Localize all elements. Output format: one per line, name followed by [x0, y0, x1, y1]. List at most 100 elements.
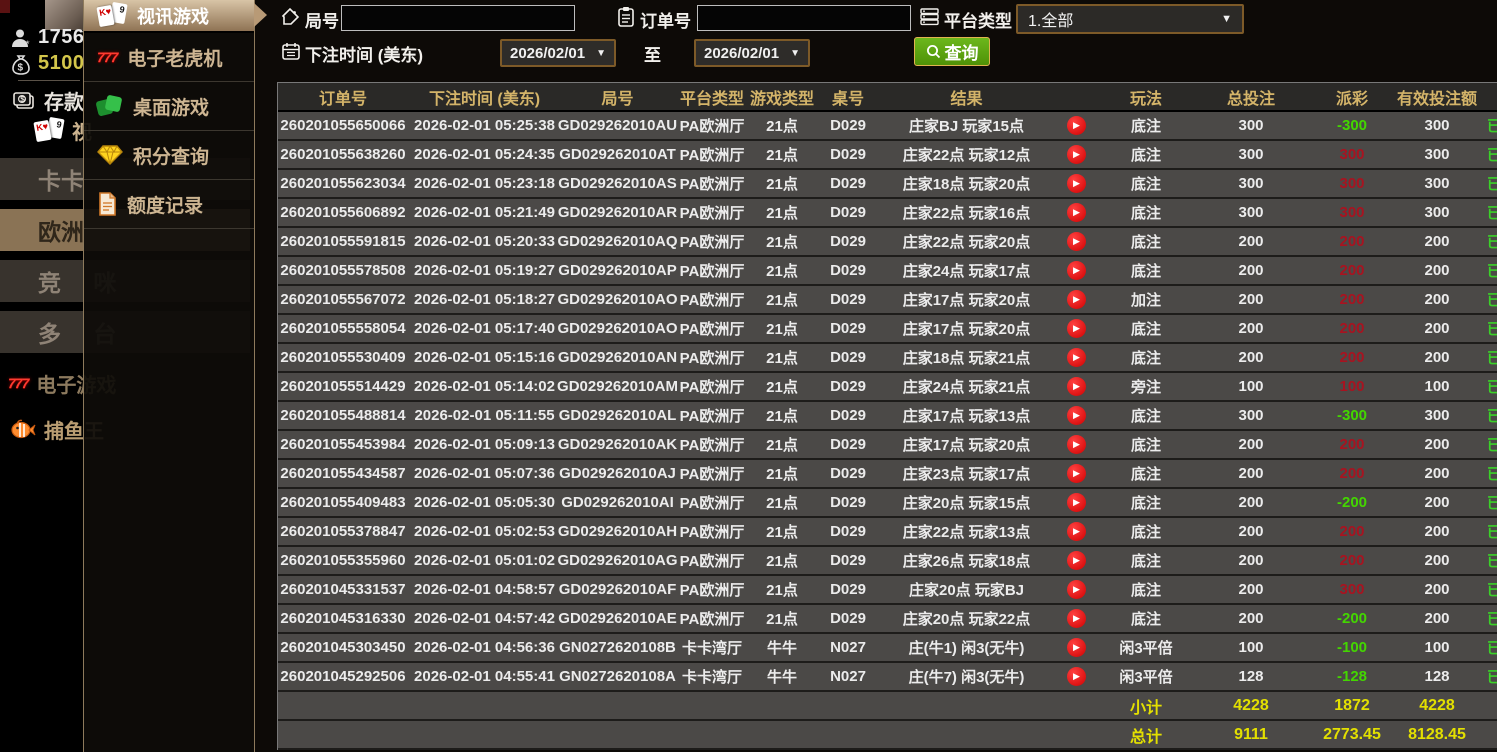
platform-cell: PA欧洲厅 — [679, 350, 745, 367]
flyout-menu: 9 K♥ 视讯游戏 777 电子老虎机 桌面游戏 积分查询 额度记录 — [83, 0, 267, 752]
play-video-button[interactable]: ▶ — [1066, 435, 1086, 454]
play-video-button[interactable]: ▶ — [1066, 232, 1086, 251]
valid-cell: 200 — [1424, 523, 1450, 540]
menu-item-entry[interactable]: 777 电子老虎机 — [84, 33, 254, 82]
valid-cell: 200 — [1424, 320, 1450, 337]
menu-item-entry[interactable]: 额度记录 — [84, 180, 254, 229]
play-icon: ▶ — [1073, 236, 1080, 246]
platform-cell: PA欧洲厅 — [679, 176, 745, 193]
deposit-button[interactable]: $ 存款 — [12, 86, 84, 115]
play-video-button[interactable]: ▶ — [1066, 522, 1086, 541]
play-video-button[interactable]: ▶ — [1066, 348, 1086, 367]
summary-value-cell — [1481, 692, 1497, 719]
header-cell: 局号 — [601, 90, 634, 108]
platform-cell: 卡卡湾厅 — [681, 669, 742, 686]
status-cell: 已 — [1487, 408, 1497, 425]
play-cell: 底注 — [1130, 147, 1161, 164]
summary-value-cell — [408, 692, 561, 719]
header-cell: 下注时间 (美东) — [428, 90, 541, 108]
cards-icon: 9 K♥ — [33, 116, 65, 144]
result-cell: 庄家22点 玩家13点 — [902, 524, 1031, 541]
order-input[interactable] — [697, 5, 911, 31]
play-video-button[interactable]: ▶ — [1066, 145, 1086, 164]
play-video-button[interactable]: ▶ — [1066, 493, 1086, 512]
date-from-value: 2026/02/01 — [510, 44, 586, 62]
fish-icon — [8, 417, 36, 441]
round-input[interactable] — [341, 5, 575, 31]
table-cell: D029 — [830, 349, 866, 366]
play-video-button[interactable]: ▶ — [1066, 406, 1086, 425]
play-video-button[interactable]: ▶ — [1066, 609, 1086, 628]
play-video-button[interactable]: ▶ — [1066, 638, 1086, 657]
play-video-button[interactable]: ▶ — [1066, 319, 1086, 338]
valid-cell: 300 — [1424, 146, 1450, 163]
play-cell: 底注 — [1130, 408, 1161, 425]
play-btn-cell: ▶ — [1051, 286, 1101, 313]
play-icon: ▶ — [1073, 439, 1080, 449]
bet-cell: 300 — [1238, 407, 1264, 424]
order-cell: 260201055530409 — [280, 349, 406, 366]
bet-cell: 300 — [1238, 146, 1264, 163]
date-from-select[interactable]: 2026/02/01 ▼ — [500, 39, 616, 67]
play-video-button[interactable]: ▶ — [1066, 174, 1086, 193]
game-cell: 21点 — [766, 234, 798, 251]
app-root: * 1756 $ 5100 $ 存款 9 K♥ 视 卡卡 欧洲竞 咪多 台 777 电… — [0, 0, 1497, 752]
time-cell: 2026-02-01 05:19:27 — [414, 262, 555, 279]
play-icon: ▶ — [1073, 207, 1080, 217]
chevron-down-icon: ▼ — [790, 47, 800, 59]
play-btn-cell: ▶ — [1051, 576, 1101, 603]
balance-row: $ 5100 — [10, 52, 85, 75]
result-cell: 庄(牛1) 闲3(无牛) — [908, 640, 1025, 657]
svg-text:$: $ — [18, 62, 24, 73]
menu-item-entry[interactable]: 桌面游戏 — [84, 82, 254, 131]
to-label: 至 — [644, 46, 661, 65]
play-cell: 底注 — [1130, 263, 1161, 280]
play-video-button[interactable]: ▶ — [1066, 580, 1086, 599]
summary-value-cell — [882, 692, 1051, 719]
time-cell: 2026-02-01 05:17:40 — [414, 320, 555, 337]
game-cell: 21点 — [766, 611, 798, 628]
play-video-button[interactable]: ▶ — [1066, 667, 1086, 686]
play-cell: 底注 — [1130, 437, 1161, 454]
order-cell: 260201055650066 — [280, 117, 406, 134]
platform-cell: PA欧洲厅 — [679, 263, 745, 280]
play-video-button[interactable]: ▶ — [1066, 261, 1086, 280]
header-cell: 玩法 — [1129, 90, 1162, 108]
table-cell: D029 — [830, 117, 866, 134]
game-cell: 21点 — [766, 495, 798, 512]
summary-value-cell — [408, 721, 561, 748]
play-cell: 底注 — [1130, 495, 1161, 512]
status-cell: 已 — [1487, 147, 1497, 164]
play-btn-cell: ▶ — [1051, 547, 1101, 574]
menu-item-active[interactable]: 9 K♥ 视讯游戏 — [84, 0, 267, 33]
platform-select[interactable]: 1.全部 ▼ — [1016, 4, 1244, 34]
table-cell: D029 — [830, 407, 866, 424]
game-cell: 21点 — [766, 176, 798, 193]
time-cell: 2026-02-01 05:25:38 — [414, 117, 555, 134]
bet-cell: 100 — [1238, 378, 1264, 395]
bet-cell: 300 — [1238, 204, 1264, 221]
game-cell: 21点 — [766, 263, 798, 280]
bet-cell: 200 — [1238, 581, 1264, 598]
order-cell: 260201055378847 — [280, 523, 406, 540]
search-button[interactable]: 查询 — [914, 37, 990, 66]
total-row: 总计 9111 2773.45 8128.45 — [278, 721, 1497, 750]
play-video-button[interactable]: ▶ — [1066, 290, 1086, 309]
bet-cell: 300 — [1238, 117, 1264, 134]
play-cell: 旁注 — [1130, 379, 1161, 396]
order-cell: 260201055567072 — [280, 291, 406, 308]
platform-cell: PA欧洲厅 — [679, 437, 745, 454]
play-video-button[interactable]: ▶ — [1066, 551, 1086, 570]
order-cell: 260201045331537 — [280, 581, 406, 598]
play-video-button[interactable]: ▶ — [1066, 377, 1086, 396]
date-to-select[interactable]: 2026/02/01 ▼ — [694, 39, 810, 67]
play-video-button[interactable]: ▶ — [1066, 203, 1086, 222]
play-video-button[interactable]: ▶ — [1066, 464, 1086, 483]
game-cell: 21点 — [766, 524, 798, 541]
menu-item-entry[interactable]: 积分查询 — [84, 131, 254, 180]
deposit-label: 存款 — [44, 92, 84, 114]
header-cell: 有效投注额 — [1396, 90, 1477, 108]
table-cell: N027 — [830, 668, 866, 685]
play-btn-cell: ▶ — [1051, 112, 1101, 139]
play-video-button[interactable]: ▶ — [1066, 116, 1086, 135]
